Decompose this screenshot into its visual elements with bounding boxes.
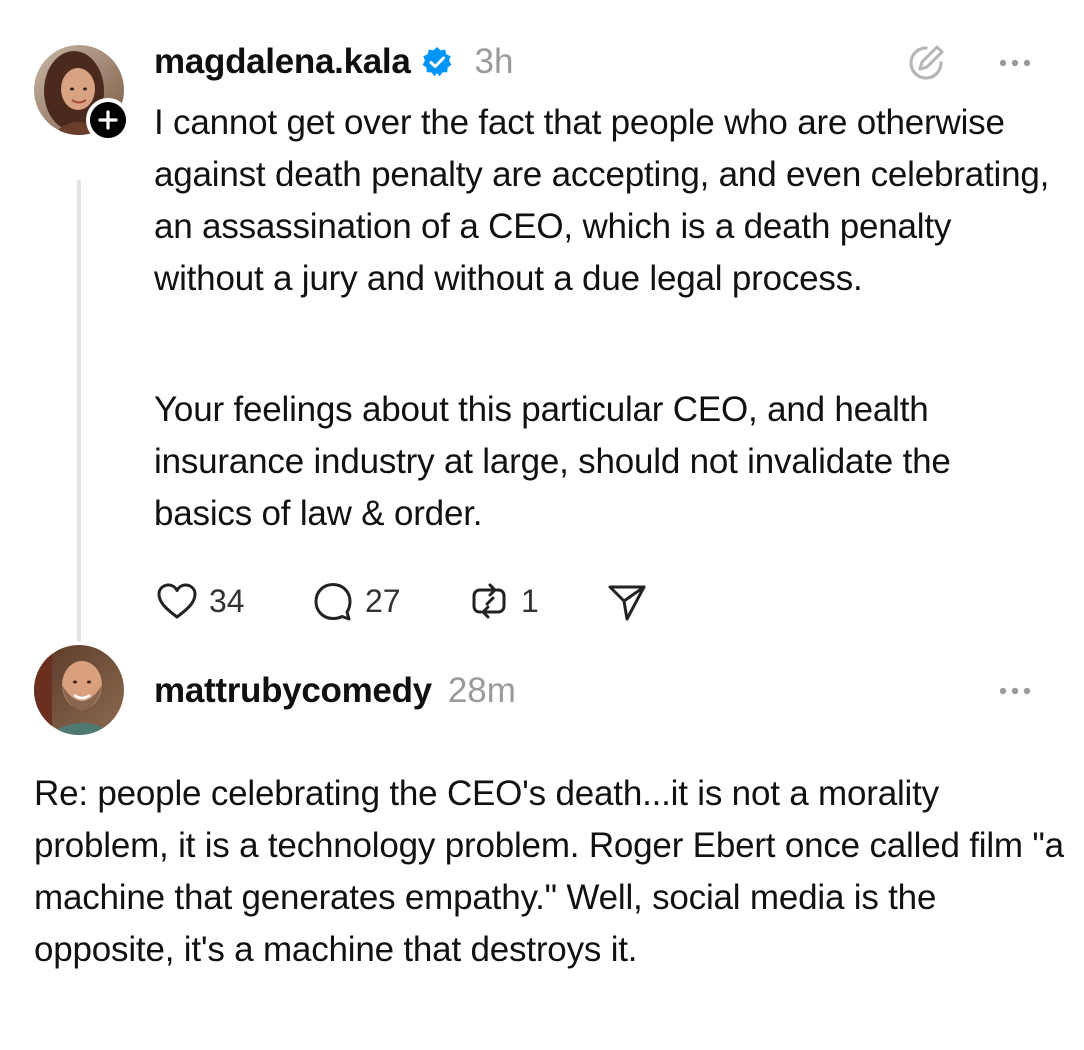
post-timestamp: 3h (474, 42, 514, 81)
share-button[interactable] (605, 579, 649, 623)
heart-icon (157, 583, 197, 619)
post-actions: 34 27 1 (155, 577, 649, 625)
reply-username[interactable]: mattrubycomedy (154, 671, 432, 711)
repost-button[interactable]: 1 (467, 579, 605, 623)
more-icon[interactable] (995, 52, 1035, 74)
verified-icon (422, 47, 451, 77)
repost-count: 1 (521, 582, 539, 619)
post-paragraph: Your feelings about this particular CEO,… (154, 390, 951, 533)
share-icon (608, 585, 646, 621)
comment-button[interactable]: 27 (311, 579, 467, 623)
comment-count: 27 (365, 582, 401, 619)
edit-icon[interactable] (905, 42, 947, 84)
post-header: magdalena.kala 3h (154, 42, 513, 82)
thread-connector-line (77, 180, 81, 642)
reply-text: Re: people celebrating the CEO's death..… (34, 774, 1064, 969)
like-button[interactable]: 34 (155, 579, 311, 623)
follow-plus-button[interactable] (86, 98, 130, 142)
repost-icon (472, 583, 506, 619)
reply-timestamp: 28m (447, 671, 516, 710)
like-count: 34 (209, 582, 245, 619)
comment-icon (314, 583, 352, 621)
plus-icon (98, 110, 118, 130)
post-paragraph: I cannot get over the fact that people w… (154, 103, 1050, 298)
reply-author-avatar[interactable] (34, 645, 124, 735)
more-icon[interactable] (995, 680, 1035, 702)
reply-header: mattrubycomedy 28m (154, 671, 516, 711)
post-username[interactable]: magdalena.kala (154, 42, 411, 82)
